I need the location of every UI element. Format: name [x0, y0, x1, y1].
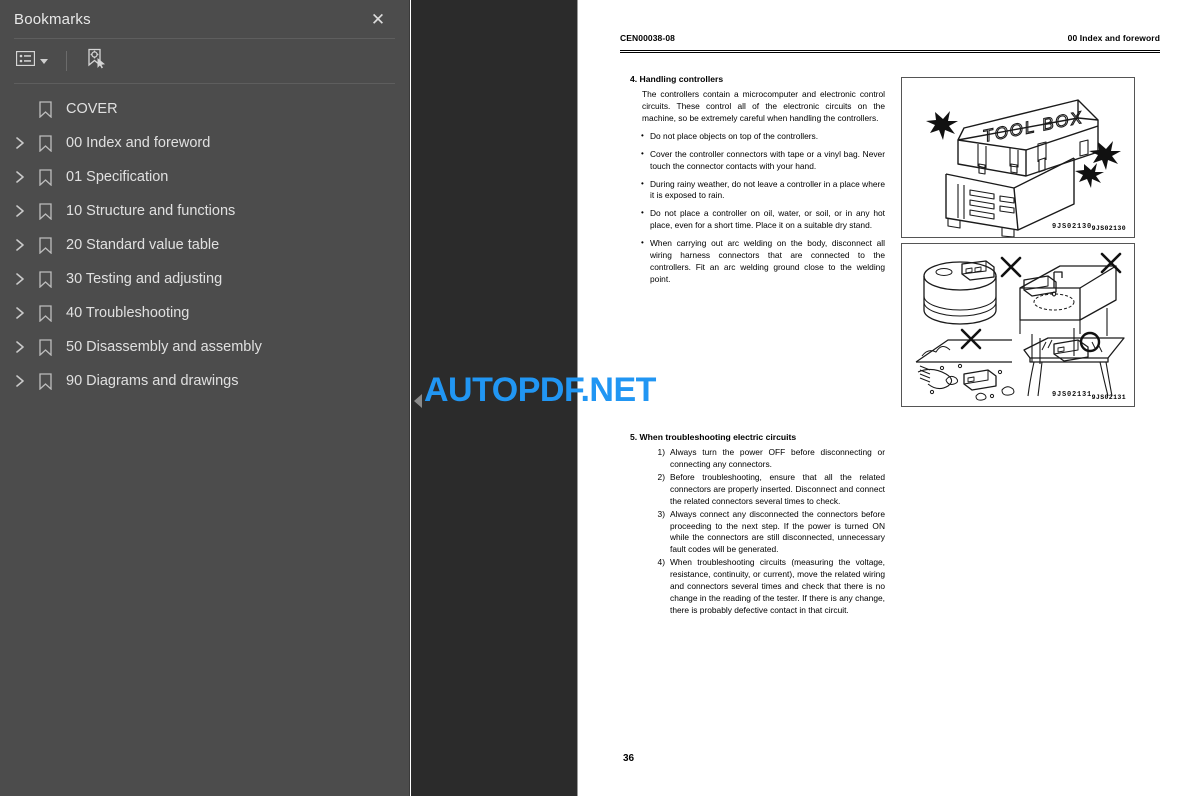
bookmark-item-5[interactable]: 30 Testing and adjusting: [0, 262, 409, 296]
section-5-item: 1) Always turn the power OFF before disco…: [630, 447, 885, 471]
watermark: AUTOPDF.NET: [424, 371, 656, 409]
chevron-right-icon[interactable]: [8, 301, 32, 325]
toolbar-separator: [66, 51, 67, 71]
bookmark-icon: [32, 165, 58, 189]
bookmark-item-label: 10 Structure and functions: [66, 203, 236, 219]
bookmark-icon: [32, 369, 58, 393]
close-icon[interactable]: ✕: [365, 6, 391, 32]
section-4-bullet-list: Do not place objects on top of the contr…: [630, 130, 885, 286]
section-5-item-text: When troubleshooting circuits (measuring…: [670, 557, 885, 615]
chevron-right-icon[interactable]: [8, 165, 32, 189]
section-4-title: 4. Handling controllers: [630, 74, 724, 84]
bookmarks-toolbar: [0, 39, 409, 83]
section-5-text-column: 5. When troubleshooting electric circuit…: [630, 432, 885, 618]
bookmark-item-7[interactable]: 50 Disassembly and assembly: [0, 330, 409, 364]
chevron-right-icon[interactable]: [8, 199, 32, 223]
bookmark-icon: [32, 335, 58, 359]
figure-id-1: 9JS02130: [1091, 225, 1126, 232]
list-options-icon: [15, 50, 36, 71]
bookmarks-panel-title: Bookmarks: [14, 10, 91, 28]
svg-text:9JS02130: 9JS02130: [1052, 223, 1092, 231]
bookmark-icon: [32, 199, 58, 223]
bookmark-item-0[interactable]: COVER: [0, 92, 409, 126]
section-4-bullet: Do not place a controller on oil, water,…: [630, 207, 885, 232]
bookmark-item-label: 00 Index and foreword: [66, 135, 211, 151]
bookmark-item-label: 40 Troubleshooting: [66, 305, 190, 321]
bookmark-item-2[interactable]: 01 Specification: [0, 160, 409, 194]
section-5-item-marker: 4): [657, 557, 665, 568]
bookmark-icon: [32, 233, 58, 257]
bookmark-icon: [32, 267, 58, 291]
header-section-name: 00 Index and foreword: [1067, 33, 1160, 43]
bookmark-item-3[interactable]: 10 Structure and functions: [0, 194, 409, 228]
section-4-bullet: Do not place objects on top of the contr…: [630, 130, 885, 143]
pdf-reader-window: Bookmarks ✕ COVER 00 Index and foreword …: [0, 0, 1200, 796]
toolbox-illustration: TOOL BOX 9JS02130 9JS02130: [901, 77, 1135, 238]
chevron-right-icon[interactable]: [8, 131, 32, 155]
bookmark-item-label: 20 Standard value table: [66, 237, 220, 253]
chevron-right-icon[interactable]: [8, 233, 32, 257]
controller-handling-illustration: 9JS02131 9JS02131: [901, 243, 1135, 407]
bookmark-item-label: 90 Diagrams and drawings: [66, 373, 239, 389]
new-bookmark-button[interactable]: [83, 46, 109, 77]
bookmark-icon: [32, 97, 58, 121]
bookmark-item-label: 30 Testing and adjusting: [66, 271, 223, 287]
header-document-code: CEN00038-08: [620, 33, 675, 43]
section-4-bullet: During rainy weather, do not leave a con…: [630, 178, 885, 203]
chevron-right-icon[interactable]: [8, 369, 32, 393]
bookmark-icon: [32, 301, 58, 325]
svg-text:TOOL BOX: TOOL BOX: [981, 108, 1085, 146]
bookmark-item-label: 50 Disassembly and assembly: [66, 339, 262, 355]
bookmarks-panel: Bookmarks ✕ COVER 00 Index and foreword …: [0, 0, 410, 796]
figure-id-2: 9JS02131: [1091, 394, 1126, 401]
document-page: CEN00038-08 00 Index and foreword 4. Han…: [578, 0, 1200, 796]
bookmark-item-1[interactable]: 00 Index and foreword: [0, 126, 409, 160]
page-number: 36: [623, 753, 635, 764]
section-5-item-marker: 3): [657, 508, 665, 519]
chevron-down-icon: [40, 58, 48, 64]
chevron-right-icon[interactable]: [8, 267, 32, 291]
section-5-item-text: Always turn the power OFF before disconn…: [670, 447, 885, 469]
section-5-item-text: Always connect any disconnected the conn…: [670, 508, 885, 555]
bookmark-icon: [32, 131, 58, 155]
section-5-item: 3) Always connect any disconnected the co…: [630, 509, 885, 557]
section-5-item-marker: 1): [657, 447, 665, 457]
section-4-intro: The controllers contain a microcomputer …: [642, 89, 885, 123]
bookmark-item-6[interactable]: 40 Troubleshooting: [0, 296, 409, 330]
bookmarks-panel-header: Bookmarks ✕: [0, 0, 409, 38]
section-5-item-marker: 2): [657, 471, 665, 482]
section-4-bullet: Cover the controller connectors with tap…: [630, 148, 885, 173]
bookmark-options-button[interactable]: [14, 49, 50, 73]
collapse-left-arrow-icon[interactable]: [412, 390, 424, 412]
section-4-bullet: When carrying out arc welding on the bod…: [630, 237, 885, 286]
bookmark-tree: COVER 00 Index and foreword 01 Specificati…: [0, 84, 409, 398]
section-5-title: 5. When troubleshooting electric circuit…: [630, 432, 797, 442]
section-5-item-text: Before troubleshooting, ensure that all …: [670, 471, 885, 506]
bookmark-item-8[interactable]: 90 Diagrams and drawings: [0, 364, 409, 398]
chevron-right-icon[interactable]: [8, 335, 32, 359]
header-rule: [620, 50, 1160, 53]
bookmark-item-label: COVER: [66, 101, 118, 117]
document-running-header: CEN00038-08 00 Index and foreword: [620, 33, 1160, 43]
section-5-item: 4) When troubleshooting circuits (measuri…: [630, 557, 885, 617]
section-5-numbered-list: 1) Always turn the power OFF before disco…: [630, 447, 885, 617]
svg-text:9JS02131: 9JS02131: [1052, 391, 1092, 399]
new-bookmark-icon: [85, 48, 107, 75]
section-4-text-column: 4. Handling controllers The controllers …: [630, 74, 885, 292]
bookmark-item-label: 01 Specification: [66, 169, 169, 185]
bookmark-item-4[interactable]: 20 Standard value table: [0, 228, 409, 262]
section-5-item: 2) Before troubleshooting, ensure that al…: [630, 472, 885, 508]
